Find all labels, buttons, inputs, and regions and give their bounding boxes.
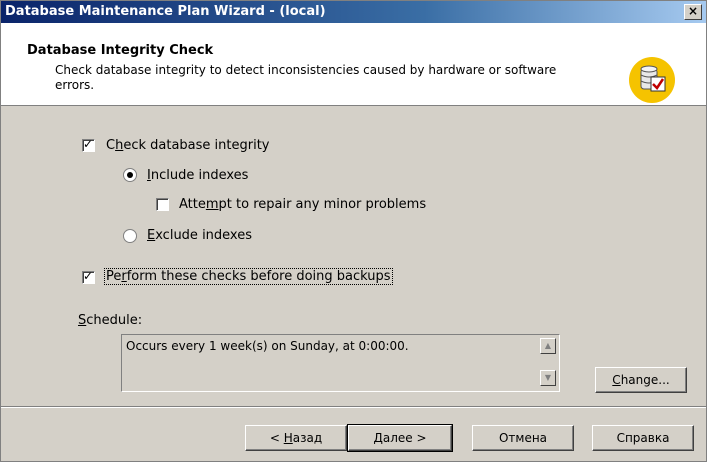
- check-integrity-label[interactable]: Check database integrity: [106, 138, 269, 153]
- title-bar[interactable]: Database Maintenance Plan Wizard - (loca…: [1, 1, 706, 23]
- window-title: Database Maintenance Plan Wizard - (loca…: [5, 4, 326, 19]
- attempt-repair-checkbox[interactable]: [156, 198, 169, 211]
- schedule-label: Schedule:: [78, 313, 143, 328]
- next-button[interactable]: Далее >: [347, 424, 453, 452]
- attempt-repair-label[interactable]: Attempt to repair any minor problems: [179, 197, 426, 212]
- footer-separator: [1, 406, 706, 408]
- page-title: Database Integrity Check: [27, 43, 214, 58]
- exclude-indexes-label[interactable]: Exclude indexes: [147, 228, 252, 243]
- change-schedule-button[interactable]: Change...: [595, 367, 687, 393]
- exclude-indexes-radio[interactable]: [123, 229, 137, 243]
- perform-before-backup-label[interactable]: Perform these checks before doing backup…: [104, 268, 393, 285]
- cancel-button[interactable]: Отмена: [472, 425, 574, 451]
- wizard-window: Database Maintenance Plan Wizard - (loca…: [0, 0, 707, 462]
- schedule-text: Occurs every 1 week(s) on Sunday, at 0:0…: [126, 339, 409, 353]
- back-button[interactable]: < Назад: [245, 425, 347, 451]
- include-indexes-label[interactable]: Include indexes: [147, 168, 248, 183]
- perform-before-backup-checkbox[interactable]: ✓: [82, 269, 95, 284]
- close-button[interactable]: ×: [684, 4, 702, 20]
- scroll-down-button[interactable]: ▼: [540, 370, 556, 386]
- wizard-header: Database Integrity Check Check database …: [1, 23, 706, 106]
- check-integrity-checkbox[interactable]: ✓: [82, 137, 95, 152]
- page-description: Check database integrity to detect incon…: [55, 63, 557, 92]
- schedule-textbox[interactable]: Occurs every 1 week(s) on Sunday, at 0:0…: [121, 334, 560, 392]
- database-check-icon: [629, 57, 675, 103]
- scroll-up-button[interactable]: ▲: [540, 338, 556, 354]
- help-button[interactable]: Справка: [592, 425, 694, 451]
- include-indexes-radio[interactable]: [123, 168, 137, 182]
